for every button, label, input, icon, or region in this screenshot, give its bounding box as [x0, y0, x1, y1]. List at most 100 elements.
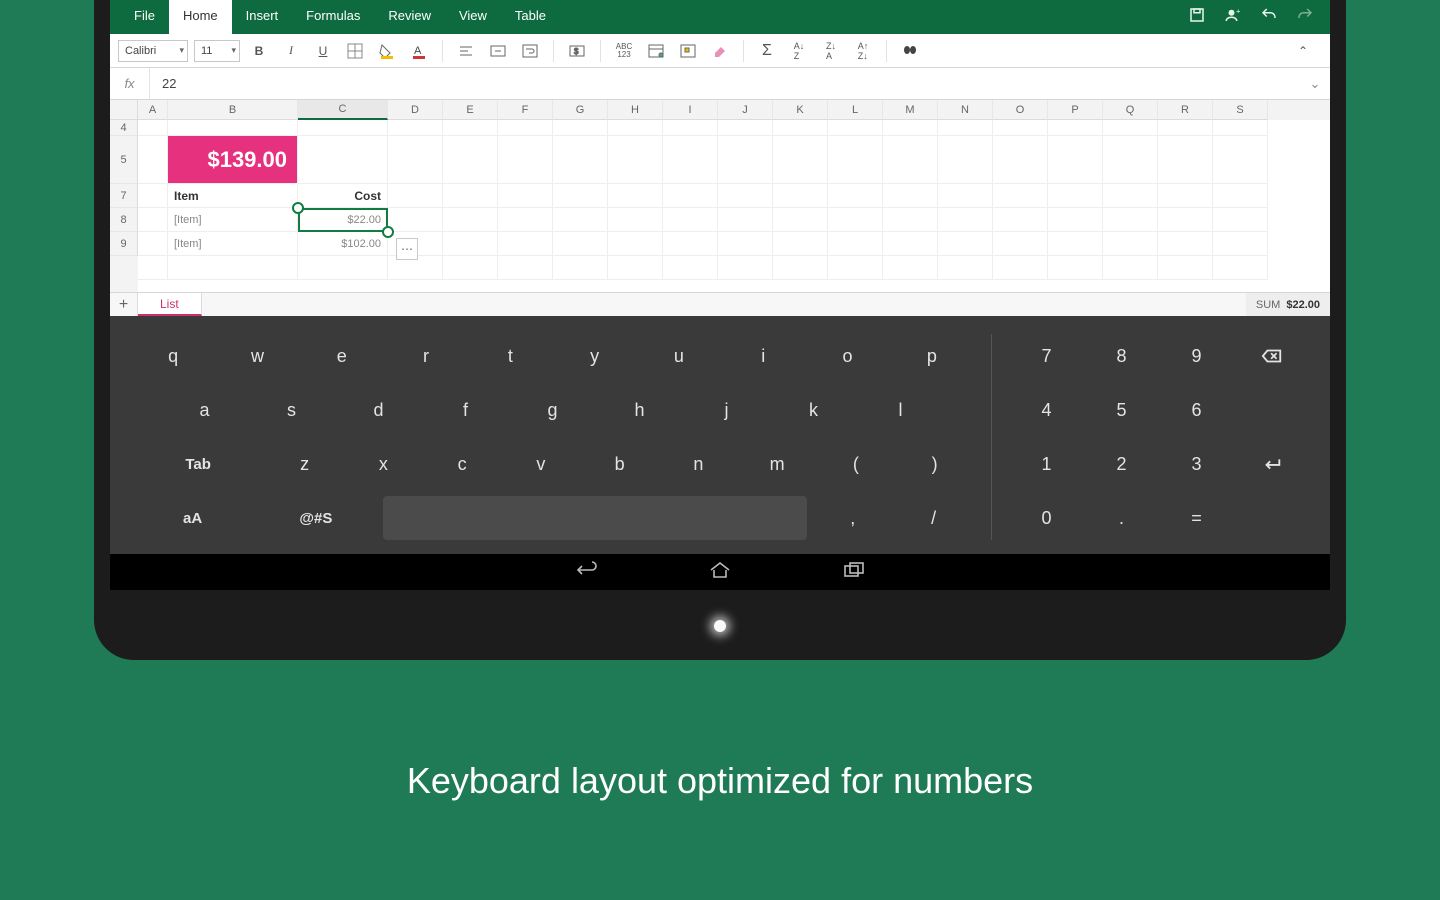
cells-area[interactable]: $139.00 Item Cost [Item] $22.00 [Item] $…	[138, 120, 1330, 292]
column-header[interactable]: A	[138, 100, 168, 120]
num-key[interactable]: 4	[1014, 388, 1079, 432]
letter-key[interactable]: x	[349, 442, 418, 486]
share-icon[interactable]: +	[1224, 6, 1242, 24]
number-format-button[interactable]: ABC123	[611, 38, 637, 64]
letter-key[interactable]: w	[220, 334, 294, 378]
formula-input[interactable]: 22	[150, 76, 1300, 91]
fx-label[interactable]: fx	[110, 68, 150, 99]
column-header[interactable]: B	[168, 100, 298, 120]
letter-key[interactable]: f	[427, 388, 504, 432]
tab-review[interactable]: Review	[374, 0, 445, 34]
letter-key[interactable]: b	[585, 442, 654, 486]
letter-key[interactable]: t	[473, 334, 547, 378]
back-nav-icon[interactable]	[574, 560, 598, 585]
font-size-combo[interactable]: 11	[194, 40, 240, 62]
sort-custom-button[interactable]: A↑Z↓	[850, 38, 876, 64]
num-key[interactable]: 6	[1164, 388, 1229, 432]
column-header[interactable]: R	[1158, 100, 1213, 120]
header-item[interactable]: Item	[168, 184, 298, 208]
borders-button[interactable]	[342, 38, 368, 64]
letter-key[interactable]: o	[810, 334, 884, 378]
column-header[interactable]: O	[993, 100, 1048, 120]
sheet-tab[interactable]: List	[138, 293, 202, 316]
letter-key[interactable]: )	[900, 442, 969, 486]
column-header[interactable]: C	[298, 100, 388, 120]
letter-key[interactable]: q	[136, 334, 210, 378]
comma-key[interactable]: ,	[817, 496, 888, 540]
formula-expand-icon[interactable]: ⌄	[1300, 76, 1330, 92]
column-header[interactable]: J	[718, 100, 773, 120]
column-header[interactable]: M	[883, 100, 938, 120]
item-cell[interactable]: [Item]	[168, 232, 298, 256]
column-header[interactable]: Q	[1103, 100, 1158, 120]
fill-color-button[interactable]	[374, 38, 400, 64]
tab-key[interactable]: Tab	[136, 442, 260, 486]
autosum-button[interactable]: Σ	[754, 38, 780, 64]
save-icon[interactable]	[1188, 6, 1206, 24]
letter-key[interactable]: c	[428, 442, 497, 486]
italic-button[interactable]: I	[278, 38, 304, 64]
clear-button[interactable]	[707, 38, 733, 64]
select-all-corner[interactable]	[110, 100, 138, 120]
letter-key[interactable]: (	[821, 442, 890, 486]
sort-asc-button[interactable]: A↓Z	[786, 38, 812, 64]
shift-key[interactable]: aA	[136, 496, 249, 540]
column-header[interactable]: I	[663, 100, 718, 120]
letter-key[interactable]: n	[664, 442, 733, 486]
column-header[interactable]: S	[1213, 100, 1268, 120]
collapse-ribbon-button[interactable]: ⌃	[1290, 38, 1316, 64]
bold-button[interactable]: B	[246, 38, 272, 64]
column-header[interactable]: F	[498, 100, 553, 120]
letter-key[interactable]: h	[601, 388, 678, 432]
letter-key[interactable]: u	[642, 334, 716, 378]
tab-file[interactable]: File	[120, 0, 169, 34]
sort-desc-button[interactable]: Z↓A	[818, 38, 844, 64]
num-key[interactable]: 0	[1014, 496, 1079, 540]
letter-key[interactable]: i	[726, 334, 800, 378]
column-header[interactable]: K	[773, 100, 828, 120]
insert-cells-button[interactable]	[675, 38, 701, 64]
column-header[interactable]: H	[608, 100, 663, 120]
slash-key[interactable]: /	[898, 496, 969, 540]
cost-cell[interactable]: $22.00	[298, 208, 388, 232]
letter-key[interactable]: z	[270, 442, 339, 486]
num-key[interactable]: 2	[1089, 442, 1154, 486]
price-cell[interactable]: $139.00	[168, 136, 298, 184]
home-nav-icon[interactable]	[708, 560, 732, 585]
column-header[interactable]: L	[828, 100, 883, 120]
column-header[interactable]: G	[553, 100, 608, 120]
table-style-button[interactable]	[643, 38, 669, 64]
letter-key[interactable]: r	[389, 334, 463, 378]
add-sheet-button[interactable]: +	[110, 293, 138, 316]
num-key[interactable]: 3	[1164, 442, 1229, 486]
wrap-text-button[interactable]	[517, 38, 543, 64]
letter-key[interactable]: m	[743, 442, 812, 486]
num-key[interactable]: 1	[1014, 442, 1079, 486]
backspace-key[interactable]	[1239, 334, 1304, 378]
tab-home[interactable]: Home	[169, 0, 232, 34]
letter-key[interactable]: p	[895, 334, 969, 378]
cost-cell[interactable]: $102.00	[298, 232, 388, 256]
row-header[interactable]: 9	[110, 232, 138, 256]
enter-key[interactable]	[1239, 442, 1304, 486]
column-header[interactable]: N	[938, 100, 993, 120]
letter-key[interactable]: v	[506, 442, 575, 486]
tab-insert[interactable]: Insert	[232, 0, 293, 34]
font-name-combo[interactable]: Calibri	[118, 40, 188, 62]
equals-key[interactable]: =	[1164, 496, 1229, 540]
letter-key[interactable]: k	[775, 388, 852, 432]
find-button[interactable]	[897, 38, 923, 64]
letter-key[interactable]: d	[340, 388, 417, 432]
currency-button[interactable]: $	[564, 38, 590, 64]
undo-icon[interactable]	[1260, 6, 1278, 24]
row-header[interactable]: 7	[110, 184, 138, 208]
redo-icon[interactable]	[1296, 6, 1314, 24]
tab-table[interactable]: Table	[501, 0, 560, 34]
tab-view[interactable]: View	[445, 0, 501, 34]
recents-nav-icon[interactable]	[842, 560, 866, 585]
row-header[interactable]: 4	[110, 120, 138, 136]
column-header[interactable]: P	[1048, 100, 1103, 120]
merge-button[interactable]	[485, 38, 511, 64]
period-key[interactable]: .	[1089, 496, 1154, 540]
tab-formulas[interactable]: Formulas	[292, 0, 374, 34]
